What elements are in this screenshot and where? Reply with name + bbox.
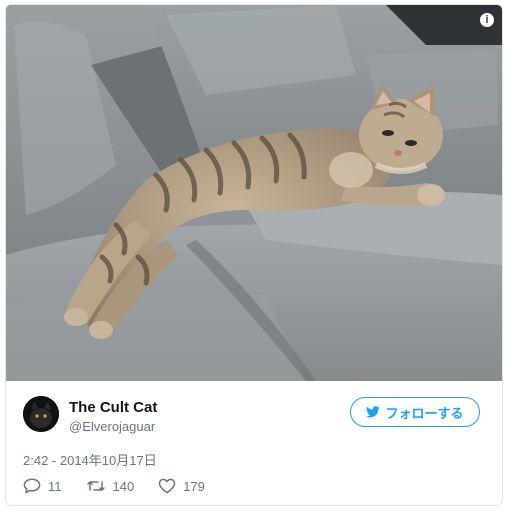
avatar[interactable] [23,396,59,432]
kitten-photo [6,5,502,381]
retweet-icon [86,481,105,491]
retweet-count: 140 [112,478,135,494]
retweet-button[interactable]: 140 [86,478,135,494]
reply-icon [23,478,41,494]
tweet-card: i The Cult Cat @Elverojaguar フォローする 2:42… [5,4,503,506]
reply-count: 11 [48,478,62,494]
like-count: 179 [183,478,205,494]
black-cat-avatar-icon [23,396,59,432]
follow-label: フォローする [385,405,464,421]
tweet-actions: 11 140 179 [23,478,229,494]
like-button[interactable]: 179 [158,478,205,494]
twitter-bird-icon [366,406,381,418]
tweet-footer: The Cult Cat @Elverojaguar フォローする 2:42 -… [6,381,502,505]
author-name[interactable]: The Cult Cat [69,399,157,416]
info-icon[interactable]: i [480,13,494,27]
tweet-timestamp[interactable]: 2:42 - 2014年10月17日 [23,450,157,469]
author-handle[interactable]: @Elverojaguar [69,419,155,434]
heart-icon [158,478,176,494]
reply-button[interactable]: 11 [23,478,62,494]
follow-button[interactable]: フォローする [350,397,480,427]
tweet-photo[interactable]: i [6,5,502,381]
